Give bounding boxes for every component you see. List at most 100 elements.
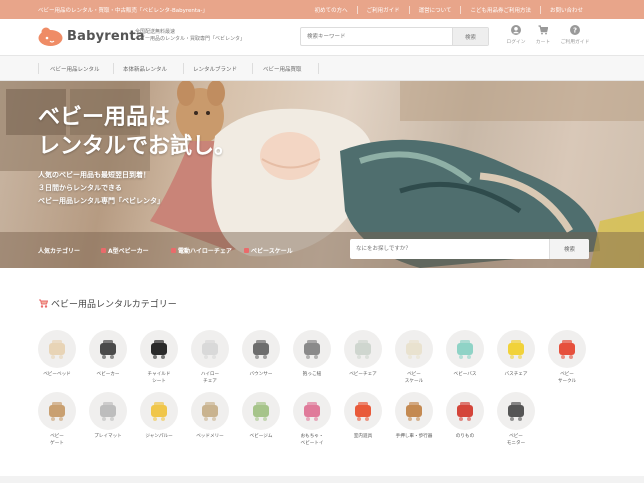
category-item[interactable]: チャイルド シート — [136, 330, 182, 385]
category-label: ベビーバス — [453, 372, 477, 377]
nav-item-rental[interactable]: ベビー用品レンタル — [50, 65, 100, 73]
nav-item-new-rental[interactable]: 本体新品レンタル — [123, 65, 167, 73]
child-seat-icon — [151, 340, 167, 359]
category-item[interactable]: 手押し車・歩行器 — [391, 392, 437, 441]
nav-divider — [113, 63, 114, 74]
play-mat-icon — [100, 402, 116, 421]
hero-banner: ベビー用品は レンタルでお試し。 人気のベビー用品も最短翌日到着！ ３日間からレ… — [0, 81, 644, 268]
square-bullet-icon — [171, 248, 176, 253]
category-item[interactable]: ベビーチェア — [340, 330, 386, 379]
baby-gate-icon — [49, 402, 65, 421]
top-link-voucher[interactable]: こども用品券ご利用方法 — [460, 6, 540, 14]
category-item[interactable]: ベビー スケール — [391, 330, 437, 385]
category-label: ベビー スケール — [404, 372, 424, 384]
hero-search-input[interactable] — [350, 239, 549, 259]
baby-chair-icon — [355, 340, 371, 359]
login-label: ログイン — [506, 40, 526, 45]
hero-search-button[interactable]: 検索 — [549, 239, 589, 259]
logo-icon[interactable] — [38, 26, 63, 46]
category-section-title: ベビー用品レンタルカテゴリー — [38, 297, 177, 310]
baby-carrier-icon — [304, 340, 320, 359]
category-item[interactable]: バウンサー — [238, 330, 284, 379]
category-thumbnail — [344, 330, 382, 368]
high-low-chair-icon — [202, 340, 218, 359]
category-thumbnail — [548, 330, 586, 368]
logo-description: 全国配送無料最速 ベビー用品のレンタル・買取専門「ベビレンタ」 — [135, 29, 275, 43]
logo-desc-line-2: ベビー用品のレンタル・買取専門「ベビレンタ」 — [135, 36, 246, 42]
nav-divider — [38, 63, 39, 74]
top-links: 初めての方へ ご利用ガイド 運営について こども用品券ご利用方法 お問い合わせ — [306, 6, 592, 14]
popular-category-bar: 人気カテゴリー A型ベビーカー 電動ハイローチェア ベビースケール 検索 — [0, 232, 644, 268]
baby-bed-icon — [49, 340, 65, 359]
category-thumbnail — [89, 330, 127, 368]
bath-chair-icon — [508, 340, 524, 359]
category-item[interactable]: おもちゃ・ ベビートイ — [289, 392, 335, 447]
guide-label: ご利用ガイド — [560, 40, 590, 45]
baby-gym-icon — [253, 402, 269, 421]
category-item[interactable]: 室内遊具 — [340, 392, 386, 441]
header-search-input[interactable] — [301, 28, 453, 45]
top-link-guide[interactable]: ご利用ガイド — [356, 6, 409, 14]
category-item[interactable]: のりもの — [442, 392, 488, 441]
guide-link[interactable]: ? ご利用ガイド — [557, 25, 593, 45]
quick-link-baby-scale[interactable]: ベビースケール — [244, 246, 293, 255]
category-thumbnail — [395, 330, 433, 368]
category-item[interactable]: ジャンパルー — [136, 392, 182, 441]
quick-link-label: ベビースケール — [251, 248, 293, 255]
category-label: おもちゃ・ ベビートイ — [300, 434, 324, 446]
bouncer-icon — [253, 340, 269, 359]
hero-sub-line-3: ベビー用品レンタル専門「ベビレンタ」 — [38, 197, 164, 205]
popular-category-label: 人気カテゴリー — [38, 248, 81, 255]
category-item[interactable]: ベビー サークル — [544, 330, 590, 385]
category-label: ベビー サークル — [557, 372, 577, 384]
category-item[interactable]: ベビーベッド — [34, 330, 80, 379]
category-item[interactable]: ベビー モニター — [493, 392, 539, 447]
category-item[interactable]: ベビージム — [238, 392, 284, 441]
category-thumbnail — [38, 330, 76, 368]
category-thumbnail — [38, 392, 76, 430]
category-thumbnail — [395, 392, 433, 430]
hero-subtitle: 人気のベビー用品も最短翌日到着！ ３日間からレンタルできる ベビー用品レンタル専… — [38, 169, 164, 208]
nav-divider — [252, 63, 253, 74]
top-link-first-time[interactable]: 初めての方へ — [306, 6, 357, 14]
category-label: ベビーチェア — [349, 372, 377, 377]
quick-link-high-low-chair[interactable]: 電動ハイローチェア — [171, 246, 232, 255]
cart-link[interactable]: カート — [528, 25, 558, 45]
category-item[interactable]: ベビーバス — [442, 330, 488, 379]
nav-item-buyback[interactable]: ベビー用品買取 — [263, 65, 302, 73]
category-label: バウンサー — [249, 372, 273, 377]
hero-title: ベビー用品は レンタルでお試し。 — [38, 103, 236, 161]
top-link-about[interactable]: 運営について — [408, 6, 461, 14]
category-label: ベビー ゲート — [50, 434, 64, 446]
main-nav: ベビー用品レンタル 本体新品レンタル レンタルブランド ベビー用品買取 — [0, 55, 644, 81]
quick-link-a-stroller[interactable]: A型ベビーカー — [101, 246, 149, 255]
category-label: 手押し車・歩行器 — [395, 434, 433, 439]
login-link[interactable]: ログイン — [501, 25, 531, 45]
category-thumbnail — [446, 330, 484, 368]
category-label: ハイロー チェア — [200, 372, 220, 384]
category-item[interactable]: バスチェア — [493, 330, 539, 379]
baby-monitor-icon — [508, 402, 524, 421]
logo-text[interactable]: Babyrenta — [67, 29, 145, 44]
walker-icon — [406, 402, 422, 421]
category-item[interactable]: ハイロー チェア — [187, 330, 233, 385]
nav-item-brands[interactable]: レンタルブランド — [193, 65, 237, 73]
category-thumbnail — [140, 392, 178, 430]
user-icon — [511, 25, 521, 35]
hero-sub-line-1: 人気のベビー用品も最短翌日到着！ — [38, 171, 150, 179]
stroller-icon — [100, 340, 116, 359]
category-thumbnail — [293, 330, 331, 368]
square-bullet-icon — [244, 248, 249, 253]
category-thumbnail — [89, 392, 127, 430]
category-item[interactable]: ベビー ゲート — [34, 392, 80, 447]
category-label: ベビー モニター — [506, 434, 526, 446]
category-item[interactable]: ベッドメリー — [187, 392, 233, 441]
category-item[interactable]: 抱っこ紐 — [289, 330, 335, 379]
category-item[interactable]: ベビーカー — [85, 330, 131, 379]
category-label: チャイルド シート — [147, 372, 171, 384]
category-item[interactable]: プレイマット — [85, 392, 131, 441]
header-search-button[interactable]: 検索 — [452, 28, 488, 45]
ride-on-icon — [457, 402, 473, 421]
logo-desc-line-1: 全国配送無料最速 — [135, 29, 176, 35]
top-link-contact[interactable]: お問い合わせ — [539, 6, 592, 14]
